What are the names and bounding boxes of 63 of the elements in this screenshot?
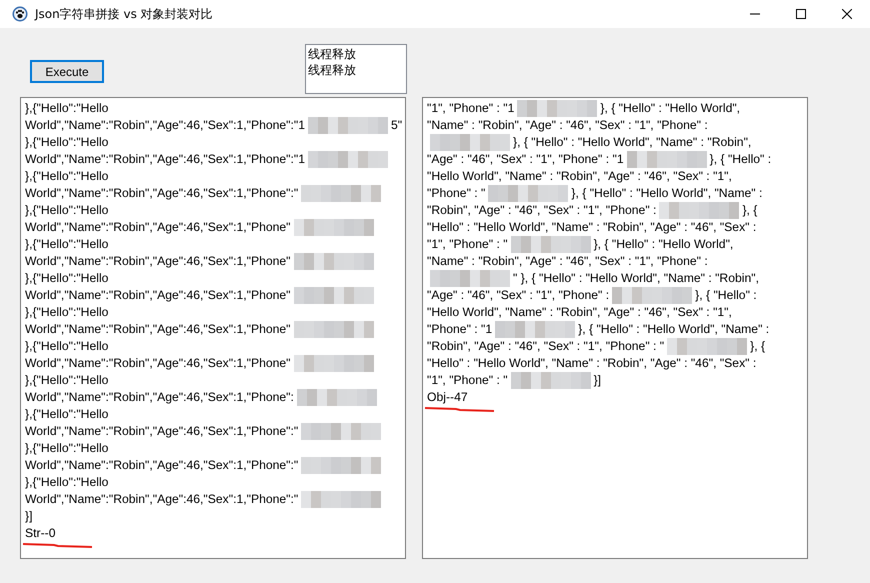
- json-text: }, { "Hello" : "Hello World", "Name" : "Robin",: [513, 134, 752, 151]
- json-text: 5": [391, 117, 402, 134]
- json-text: World","Name":"Robin","Age":46,"Sex":1,"Phone":": [25, 423, 298, 440]
- json-text: }, { "Hello" : "Hello World",: [594, 236, 734, 253]
- json-text: },{"Hello":"Hello: [25, 304, 108, 321]
- window-title: Json字符串拼接 vs 对象封装对比: [35, 6, 213, 22]
- json-text: },{"Hello":"Hello: [25, 270, 108, 287]
- json-text: },{"Hello":"Hello: [25, 474, 108, 491]
- list-item[interactable]: 线程释放: [308, 62, 404, 78]
- json-text: "Phone" : "1: [427, 321, 492, 338]
- json-text: World","Name":"Robin","Age":46,"Sex":1,"Phone": [25, 287, 291, 304]
- output-textbox[interactable]: [20, 97, 406, 559]
- json-text: }, { "Hello" : "Hello World",: [600, 100, 740, 117]
- json-text: "1", "Phone" : "1: [427, 100, 514, 117]
- json-text: "1", "Phone" : ": [427, 372, 508, 389]
- json-text: "Hello World", "Name" : "Robin", "Age" : "46", "Sex" : "1",: [427, 304, 732, 321]
- close-icon: [842, 9, 852, 19]
- json-text: "Robin", "Age" : "46", "Sex" : "1", "Phone" :: [427, 202, 656, 219]
- result-text: Str--0: [25, 525, 56, 542]
- json-text: }, { "Hello" :: [710, 151, 772, 168]
- json-text: World","Name":"Robin","Age":46,"Sex":1,"Phone": [25, 219, 291, 236]
- json-text: "Phone" : ": [427, 185, 486, 202]
- json-text: },{"Hello":"Hello: [25, 168, 108, 185]
- json-text: "Age" : "46", "Sex" : "1", "Phone" : "1: [427, 151, 624, 168]
- json-text: }]: [594, 372, 602, 389]
- json-text: },{"Hello":"Hello: [25, 406, 108, 423]
- json-text: },{"Hello":"Hello: [25, 338, 108, 355]
- json-text: "Robin", "Age" : "46", "Sex" : "1", "Phone" : ": [427, 338, 664, 355]
- json-text: }, {: [742, 202, 758, 219]
- json-text: },{"Hello":"Hello: [25, 134, 108, 151]
- json-text: "1", "Phone" : ": [427, 236, 508, 253]
- json-text: World","Name":"Robin","Age":46,"Sex":1,"Phone":"1: [25, 151, 306, 168]
- json-text: },{"Hello":"Hello: [25, 372, 108, 389]
- json-text: }]: [25, 508, 32, 525]
- json-text: }, { "Hello" :: [695, 287, 757, 304]
- json-text: }, { "Hello" : "Hello World", "Name" :: [578, 321, 770, 338]
- json-text: World","Name":"Robin","Age":46,"Sex":1,"Phone":": [25, 457, 298, 474]
- json-text: " }, { "Hello" : "Hello World", "Name" : "Robin",: [513, 270, 759, 287]
- json-text: "Name" : "Robin", "Age" : "46", "Sex" : "1", "Phone" :: [427, 117, 708, 134]
- list-item[interactable]: 线程释放: [308, 46, 404, 62]
- json-text: World","Name":"Robin","Age":46,"Sex":1,"Phone": [25, 355, 291, 372]
- json-text: },{"Hello":"Hello: [25, 202, 108, 219]
- json-text: World","Name":"Robin","Age":46,"Sex":1,"Phone":": [25, 491, 298, 508]
- json-text: World","Name":"Robin","Age":46,"Sex":1,"Phone":: [25, 389, 294, 406]
- json-text: },{"Hello":"Hello: [25, 100, 108, 117]
- json-text: "Age" : "46", "Sex" : "1", "Phone" :: [427, 287, 610, 304]
- maximize-icon: [796, 9, 806, 19]
- paw-icon: [12, 6, 28, 22]
- json-text: }, {: [750, 338, 766, 355]
- json-text: },{"Hello":"Hello: [25, 236, 108, 253]
- json-text: World","Name":"Robin","Age":46,"Sex":1,"Phone": [25, 253, 291, 270]
- json-text: World","Name":"Robin","Age":46,"Sex":1,"Phone":"1: [25, 117, 306, 134]
- json-text: "Hello World", "Name" : "Robin", "Age" : "46", "Sex" : "1",: [427, 168, 732, 185]
- json-text: World","Name":"Robin","Age":46,"Sex":1,"Phone":": [25, 185, 298, 202]
- json-text: "Hello" : "Hello World", "Name" : "Robin", "Age" : "46", "Sex" :: [427, 355, 756, 372]
- json-text: },{"Hello":"Hello: [25, 440, 108, 457]
- json-text: "Hello" : "Hello World", "Name" : "Robin", "Age" : "46", "Sex" :: [427, 219, 756, 236]
- result-text: Obj--47: [427, 389, 468, 406]
- output-textbox[interactable]: [422, 97, 808, 559]
- json-text: }, { "Hello" : "Hello World", "Name" :: [571, 185, 762, 202]
- execute-button[interactable]: Execute: [30, 60, 104, 83]
- json-text: "Name" : "Robin", "Age" : "46", "Sex" : "1", "Phone" :: [427, 253, 708, 270]
- json-text: World","Name":"Robin","Age":46,"Sex":1,"Phone": [25, 321, 291, 338]
